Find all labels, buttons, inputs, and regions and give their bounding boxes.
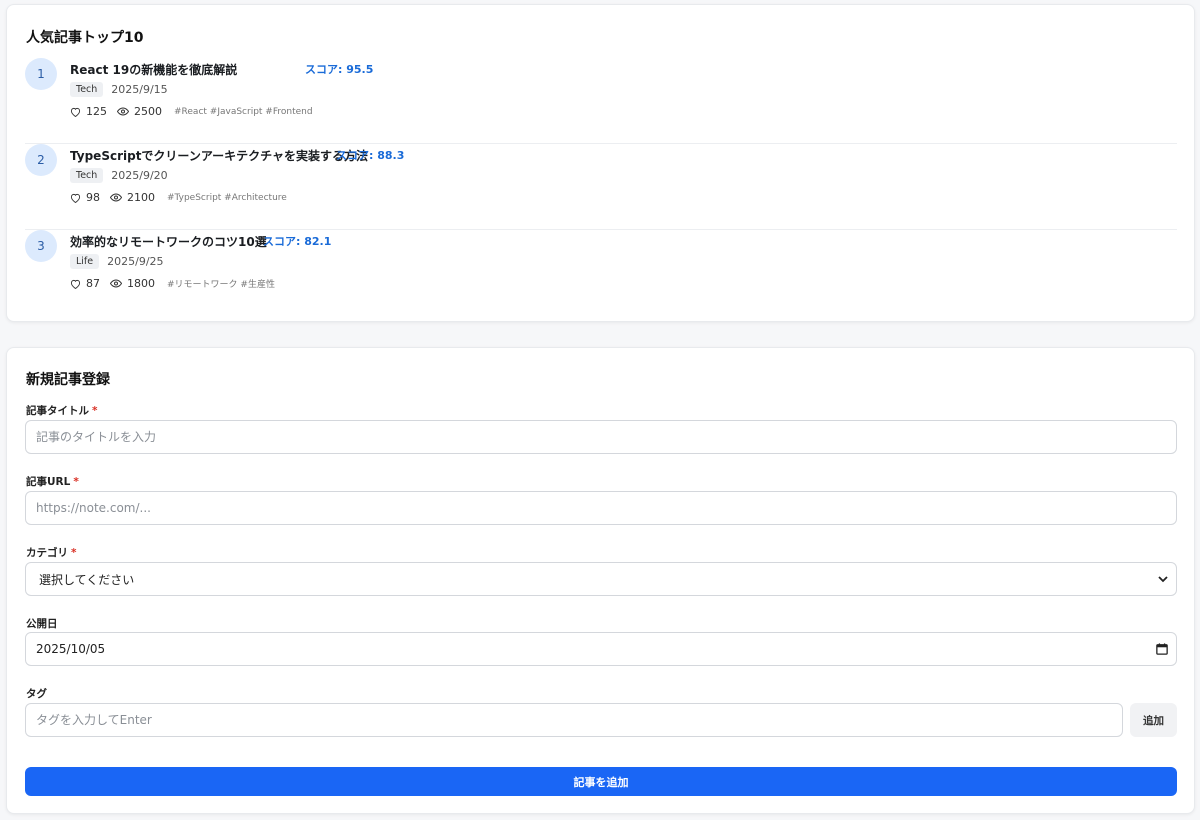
- eye-icon: [117, 107, 129, 116]
- eye-icon: [110, 193, 122, 202]
- title-input[interactable]: [25, 420, 1177, 454]
- article-stats: 125 2500 #React #JavaScript #Frontend: [70, 105, 313, 118]
- article-stats: 87 1800 #リモートワーク #生産性: [70, 277, 275, 290]
- article-date: 2025/9/15: [111, 83, 168, 96]
- likes-count: 98: [86, 191, 100, 204]
- article-tags: #React #JavaScript #Frontend: [174, 106, 313, 117]
- heart-icon: [70, 279, 81, 289]
- title-field-label: 記事タイトル *: [26, 403, 98, 418]
- rank-badge: 2: [25, 144, 57, 176]
- new-article-form-title: 新規記事登録: [26, 372, 110, 388]
- category-selected-value: 選択してください: [39, 572, 135, 587]
- category-select[interactable]: 選択してください: [25, 562, 1177, 596]
- likes-stat: 87: [70, 277, 100, 290]
- article-title[interactable]: React 19の新機能を徹底解説: [70, 61, 237, 78]
- article-meta: Life 2025/9/25: [70, 254, 164, 269]
- rank-badge: 3: [25, 230, 57, 262]
- ranking-item[interactable]: 2 TypeScriptでクリーンアーキテクチャを実装する方法 スコア: 88.…: [25, 144, 1177, 230]
- new-article-form-card: 新規記事登録 記事タイトル* 記事URL* カテゴリ* 選択してください 公開日…: [6, 347, 1195, 814]
- views-stat: 2500: [117, 105, 162, 118]
- article-score: スコア: 88.3: [336, 149, 405, 162]
- article-tags: #TypeScript #Architecture: [167, 192, 287, 203]
- required-mark: *: [73, 476, 79, 488]
- tag-input[interactable]: [25, 703, 1123, 737]
- article-score: スコア: 95.5: [305, 63, 374, 76]
- article-score: スコア: 82.1: [263, 235, 332, 248]
- views-stat: 2100: [110, 191, 155, 204]
- ranking-item[interactable]: 3 効率的なリモートワークのコツ10選 スコア: 82.1 Life 2025/…: [25, 230, 1177, 316]
- category-label-text: カテゴリ: [26, 547, 68, 559]
- url-label-text: 記事URL: [26, 476, 71, 488]
- article-date: 2025/9/25: [107, 255, 164, 268]
- likes-count: 87: [86, 277, 100, 290]
- article-title[interactable]: 効率的なリモートワークのコツ10選: [70, 233, 267, 250]
- rank-badge: 1: [25, 58, 57, 90]
- add-article-button[interactable]: 記事を追加: [25, 767, 1177, 796]
- publish-date-value: 2025/10/05: [36, 642, 106, 656]
- category-chip: Tech: [70, 168, 104, 183]
- article-title[interactable]: TypeScriptでクリーンアーキテクチャを実装する方法: [70, 147, 368, 164]
- popular-articles-title: 人気記事トップ10: [26, 30, 144, 46]
- add-tag-button[interactable]: 追加: [1130, 703, 1177, 737]
- likes-count: 125: [86, 105, 107, 118]
- publish-date-input[interactable]: 2025/10/05: [25, 632, 1177, 666]
- article-date: 2025/9/20: [111, 169, 168, 182]
- article-meta: Tech 2025/9/20: [70, 168, 168, 183]
- category-field-label: カテゴリ *: [26, 545, 77, 560]
- required-mark: *: [71, 547, 77, 559]
- required-mark: *: [92, 405, 98, 417]
- views-count: 1800: [127, 277, 155, 290]
- title-label-text: 記事タイトル: [26, 405, 89, 417]
- calendar-icon[interactable]: [1156, 643, 1168, 655]
- url-field-label: 記事URL *: [26, 474, 79, 489]
- article-meta: Tech 2025/9/15: [70, 82, 168, 97]
- category-chip: Tech: [70, 82, 104, 97]
- tags-field-label: タグ: [26, 688, 47, 700]
- popular-articles-card: 人気記事トップ10 1 React 19の新機能を徹底解説 スコア: 95.5 …: [6, 4, 1195, 322]
- article-stats: 98 2100 #TypeScript #Architecture: [70, 191, 287, 204]
- category-chip: Life: [70, 254, 100, 269]
- likes-stat: 98: [70, 191, 100, 204]
- views-stat: 1800: [110, 277, 155, 290]
- eye-icon: [110, 279, 122, 288]
- heart-icon: [70, 107, 81, 117]
- views-count: 2500: [134, 105, 162, 118]
- likes-stat: 125: [70, 105, 107, 118]
- url-input[interactable]: [25, 491, 1177, 525]
- heart-icon: [70, 193, 81, 203]
- views-count: 2100: [127, 191, 155, 204]
- ranking-item[interactable]: 1 React 19の新機能を徹底解説 スコア: 95.5 Tech 2025/…: [25, 58, 1177, 144]
- chevron-down-icon: [1158, 575, 1168, 582]
- publish-date-label: 公開日: [26, 618, 58, 630]
- article-tags: #リモートワーク #生産性: [167, 280, 275, 290]
